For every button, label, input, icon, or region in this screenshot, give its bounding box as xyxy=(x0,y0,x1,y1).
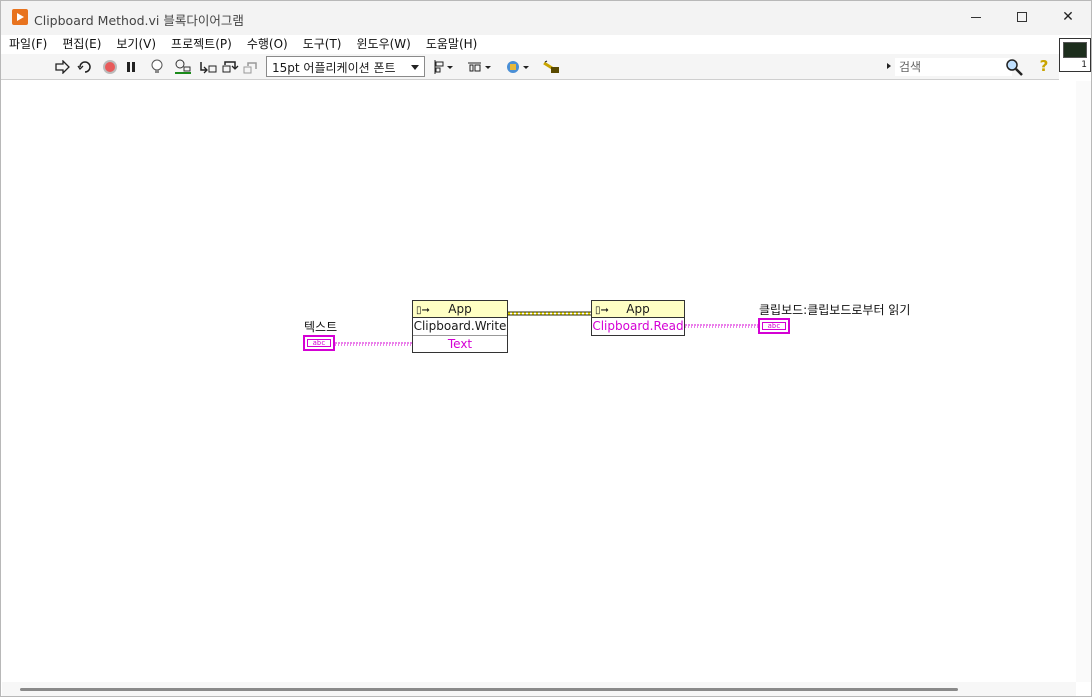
distribute-objects-icon xyxy=(468,62,491,72)
clipboard-read-node[interactable]: ▯➞ App Clipboard.Read xyxy=(591,300,685,336)
reorder-icon xyxy=(507,61,529,73)
menu-help[interactable]: 도움말(H) xyxy=(426,33,478,53)
run-continuously-button[interactable] xyxy=(75,57,95,77)
vertical-scrollbar[interactable] xyxy=(1076,81,1091,682)
window: Clipboard Method.vi 블록다이어그램 ✕ 파일(F) 편집(E… xyxy=(0,0,1092,697)
string-terminal-glyph: abc xyxy=(762,322,786,330)
maximize-icon xyxy=(1017,12,1027,22)
write-node-param: Text xyxy=(413,335,507,352)
pause-button[interactable] xyxy=(121,57,141,77)
read-node-header: ▯➞ App xyxy=(592,301,684,318)
highlight-execution-button[interactable] xyxy=(147,57,167,77)
block-diagram[interactable]: 텍스트 abc ▯➞ App Clipboard.Write Text ▯➞ A… xyxy=(2,81,1076,682)
clean-up-diagram-button[interactable] xyxy=(541,57,563,77)
search-icon xyxy=(1006,59,1023,76)
align-objects-button[interactable] xyxy=(431,57,457,77)
menu-tools[interactable]: 도구(T) xyxy=(303,33,342,53)
menu-edit[interactable]: 편집(E) xyxy=(62,33,101,53)
menu-bar: 파일(F) 편집(E) 보기(V) 프로젝트(P) 수행(O) 도구(T) 윈도… xyxy=(1,33,1059,53)
step-into-icon xyxy=(200,62,217,74)
vi-icon xyxy=(1063,42,1087,58)
string-terminal-glyph: abc xyxy=(307,339,331,347)
wires xyxy=(335,311,758,346)
step-over-icon xyxy=(222,61,239,73)
horizontal-scroll-thumb[interactable] xyxy=(20,688,958,691)
write-node-class: App xyxy=(448,302,472,316)
horizontal-scrollbar[interactable] xyxy=(2,682,1076,696)
step-out-button[interactable] xyxy=(242,57,262,77)
indicator-label: 클립보드:클립보드로부터 읽기 xyxy=(759,303,911,317)
clipboard-write-node[interactable]: ▯➞ App Clipboard.Write Text xyxy=(412,300,508,353)
run-button[interactable] xyxy=(53,57,73,77)
close-button[interactable]: ✕ xyxy=(1045,1,1091,33)
step-out-icon xyxy=(243,62,257,74)
window-title: Clipboard Method.vi 블록다이어그램 xyxy=(34,13,244,28)
retain-wire-values-icon xyxy=(175,59,191,74)
align-objects-icon xyxy=(434,60,453,74)
menu-project[interactable]: 프로젝트(P) xyxy=(171,33,232,53)
minimize-icon xyxy=(971,16,981,18)
maximize-button[interactable] xyxy=(999,1,1045,33)
menu-file[interactable]: 파일(F) xyxy=(9,33,47,53)
abort-icon xyxy=(103,60,117,74)
minimize-button[interactable] xyxy=(953,1,999,33)
read-node-method: Clipboard.Read xyxy=(592,319,684,333)
menu-view[interactable]: 보기(V) xyxy=(116,33,156,53)
property-node-arrow-icon: ▯➞ xyxy=(595,305,609,316)
font-select[interactable]: 15pt 어플리케이션 폰트 xyxy=(266,56,425,77)
search-options-icon[interactable] xyxy=(887,63,891,69)
retain-wire-values-button[interactable] xyxy=(173,57,193,77)
connector-pane-number: 1 xyxy=(1081,60,1087,70)
control-label: 텍스트 xyxy=(304,320,338,334)
search-button[interactable] xyxy=(1004,57,1024,77)
write-node-header: ▯➞ App xyxy=(413,301,507,318)
menu-operate[interactable]: 수행(O) xyxy=(247,33,288,53)
chevron-down-icon xyxy=(411,65,419,70)
clipboard-read-indicator-terminal[interactable]: abc xyxy=(758,318,790,334)
menu-window[interactable]: 윈도우(W) xyxy=(356,33,410,53)
title-bar: Clipboard Method.vi 블록다이어그램 ✕ xyxy=(1,1,1091,35)
property-node-arrow-icon: ▯➞ xyxy=(416,305,430,316)
step-into-button[interactable] xyxy=(198,57,218,77)
help-icon: ? xyxy=(1039,57,1049,75)
toolbar: 15pt 어플리케이션 폰트 ? xyxy=(1,54,1059,80)
close-icon: ✕ xyxy=(1062,9,1074,25)
distribute-objects-button[interactable] xyxy=(466,57,494,77)
search-input[interactable] xyxy=(895,58,1012,76)
labview-icon xyxy=(12,9,28,25)
run-arrow-icon xyxy=(55,60,70,74)
reorder-button[interactable] xyxy=(504,57,532,77)
pause-icon xyxy=(127,62,135,72)
read-node-class: App xyxy=(626,302,650,316)
font-select-value: 15pt 어플리케이션 폰트 xyxy=(272,61,396,75)
clean-up-broom-icon xyxy=(543,60,559,73)
connector-pane-icon[interactable]: 1 xyxy=(1059,38,1091,72)
text-control-terminal[interactable]: abc xyxy=(303,335,335,351)
step-over-button[interactable] xyxy=(220,57,240,77)
run-continuously-icon xyxy=(77,61,91,73)
abort-button[interactable] xyxy=(100,57,120,77)
context-help-button[interactable]: ? xyxy=(1034,57,1054,77)
lightbulb-icon xyxy=(151,59,163,73)
write-node-method: Clipboard.Write xyxy=(413,319,507,333)
